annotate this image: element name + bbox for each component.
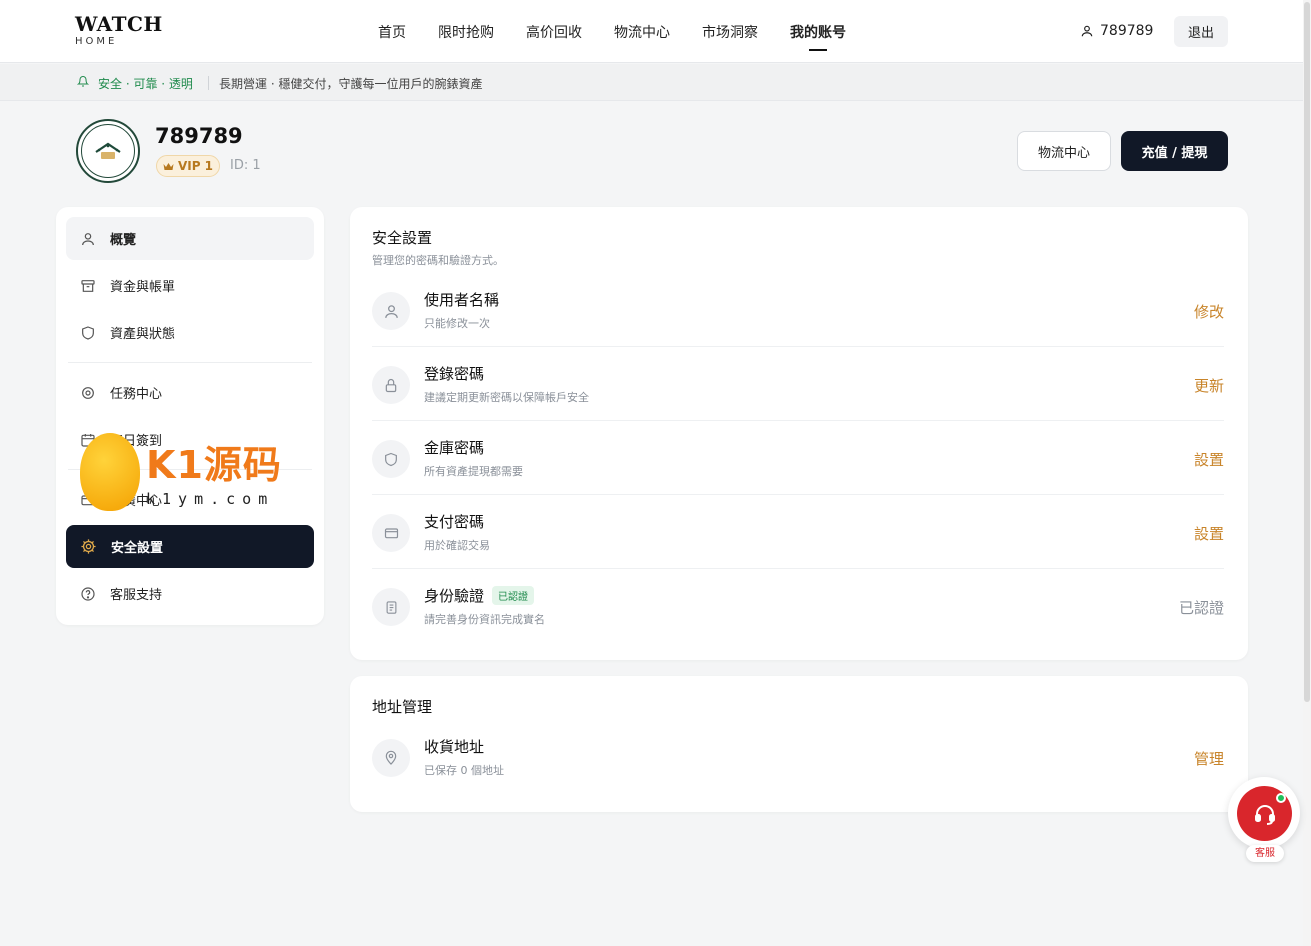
- sidebar-item-label: 客服支持: [110, 588, 163, 603]
- calendar-icon: [81, 433, 95, 447]
- row-title: 支付密碼: [424, 513, 485, 531]
- sidebar-item-label: 資產與狀態: [110, 327, 176, 342]
- shield-icon: [372, 440, 410, 478]
- location-pin-icon: [372, 739, 410, 777]
- sidebar-item-support[interactable]: 客服支持: [66, 572, 314, 615]
- set-vault-password-link[interactable]: 設置: [1194, 449, 1224, 470]
- nav-market[interactable]: 市场洞察: [702, 22, 758, 42]
- sidebar-item-overview[interactable]: 概覽: [66, 217, 314, 260]
- sidebar-item-label: 概覽: [110, 233, 137, 248]
- row-description: 所有資產提現都需要: [424, 465, 523, 478]
- user-id: ID: 1: [230, 158, 261, 173]
- nav-logistics[interactable]: 物流中心: [614, 22, 670, 42]
- user-menu[interactable]: 789789: [1080, 23, 1153, 39]
- row-title: 身份驗證: [424, 587, 485, 605]
- row-description: 用於確認交易: [424, 539, 490, 552]
- sidebar-divider: [68, 469, 312, 470]
- notice-message: 長期營運 · 穩健交付，守護每一位用戶的腕錶資產: [219, 77, 483, 91]
- row-description: 建議定期更新密碼以保障帳戶安全: [424, 391, 589, 404]
- headset-icon: [1254, 804, 1275, 825]
- customer-service-label: 客服: [1246, 845, 1284, 862]
- archive-icon: [81, 279, 95, 292]
- logistics-button[interactable]: 物流中心: [1017, 131, 1111, 171]
- edit-username-link[interactable]: 修改: [1194, 301, 1224, 322]
- profile-username: 789789: [155, 124, 243, 148]
- section-title: 地址管理: [372, 698, 433, 716]
- update-password-link[interactable]: 更新: [1194, 375, 1224, 396]
- manage-address-link[interactable]: 管理: [1194, 748, 1224, 769]
- row-title: 金庫密碼: [424, 439, 485, 457]
- security-row-identity: 身份驗證 已認證 請完善身份資訊完成實名 已認證: [372, 569, 1224, 643]
- section-subtitle: 管理您的密碼和驗證方式。: [372, 254, 504, 267]
- shield-icon: [82, 325, 94, 340]
- online-indicator: [1276, 793, 1286, 803]
- security-row-login-password: 登錄密碼 建議定期更新密碼以保障帳戶安全 更新: [372, 347, 1224, 421]
- sidebar-item-label: 安全設置: [111, 541, 164, 556]
- top-navbar: WATCH HOME 首页 限时抢购 高价回收 物流中心 市场洞察 我的账号 7…: [0, 0, 1303, 63]
- security-card: 安全設置 管理您的密碼和驗證方式。 使用者名稱 只能修改一次 修改 登錄密碼 建…: [350, 207, 1248, 660]
- row-description: 請完善身份資訊完成實名: [424, 613, 545, 626]
- user-icon: [372, 292, 410, 330]
- notice-bar: 安全 · 可靠 · 透明 長期營運 · 穩健交付，守護每一位用戶的腕錶資產: [0, 64, 1303, 101]
- gear-icon: [81, 539, 96, 554]
- row-title: 登錄密碼: [424, 365, 485, 383]
- sidebar-item-assets[interactable]: 資產與狀態: [66, 311, 314, 354]
- sidebar-item-security[interactable]: 安全設置: [66, 525, 314, 568]
- sidebar-item-checkin[interactable]: 每日簽到: [66, 418, 314, 461]
- card-icon: [81, 494, 95, 505]
- nav-my-account[interactable]: 我的账号: [790, 22, 846, 51]
- row-description: 只能修改一次: [424, 317, 490, 330]
- vip-label: VIP 1: [177, 159, 214, 173]
- sidebar-item-tasks[interactable]: 任務中心: [66, 371, 314, 414]
- address-row: 收貨地址 已保存 0 個地址 管理: [372, 720, 1224, 794]
- target-icon: [82, 386, 94, 399]
- security-row-vault-password: 金庫密碼 所有資產提現都需要 設置: [372, 421, 1224, 495]
- sidebar-item-funds[interactable]: 資金與帳單: [66, 264, 314, 307]
- sidebar-item-promotion[interactable]: 推廣中心: [66, 478, 314, 521]
- set-payment-password-link[interactable]: 設置: [1194, 523, 1224, 544]
- deposit-withdraw-button[interactable]: 充值 / 提現: [1121, 131, 1228, 171]
- card-icon: [372, 514, 410, 552]
- nav-flash-sale[interactable]: 限时抢购: [438, 22, 494, 42]
- security-row-payment-password: 支付密碼 用於確認交易 設置: [372, 495, 1224, 569]
- help-icon: [81, 586, 95, 601]
- lock-icon: [372, 366, 410, 404]
- avatar[interactable]: [76, 119, 140, 183]
- account-sidebar: 概覽 資金與帳單 資產與狀態 任務中心 每日簽到 推廣中心 安全設置 客服支持: [56, 207, 324, 625]
- nav-recycle[interactable]: 高价回收: [526, 22, 582, 42]
- sidebar-item-label: 資金與帳單: [110, 280, 176, 295]
- crown-icon: [163, 162, 174, 170]
- bell-icon: [77, 76, 89, 87]
- scrollbar-thumb[interactable]: [1304, 2, 1310, 702]
- row-title: 使用者名稱: [424, 291, 500, 309]
- address-card: 地址管理 收貨地址 已保存 0 個地址 管理: [350, 676, 1248, 812]
- security-row-username: 使用者名稱 只能修改一次 修改: [372, 273, 1224, 347]
- verified-status: 已認證: [1178, 599, 1224, 617]
- document-icon: [372, 588, 410, 626]
- vip-badge: VIP 1: [156, 155, 220, 177]
- nav-home[interactable]: 首页: [378, 22, 406, 42]
- sidebar-item-label: 每日簽到: [110, 434, 163, 449]
- logout-button[interactable]: 退出: [1174, 16, 1228, 47]
- username-label: 789789: [1100, 23, 1154, 39]
- sidebar-divider: [68, 362, 312, 363]
- section-title: 安全設置: [372, 229, 433, 247]
- user-icon: [82, 232, 94, 245]
- customer-service-button[interactable]: 客服: [1228, 777, 1300, 862]
- user-icon: [1081, 25, 1093, 37]
- page-scrollbar[interactable]: [1303, 0, 1311, 946]
- row-title: 收貨地址: [424, 738, 485, 756]
- sidebar-item-label: 推廣中心: [110, 494, 163, 509]
- avatar-image: [95, 142, 121, 159]
- row-description: 已保存 0 個地址: [424, 764, 504, 777]
- notice-tag: 安全 · 可靠 · 透明: [98, 77, 193, 91]
- verified-badge: 已認證: [492, 586, 535, 605]
- sidebar-item-label: 任務中心: [110, 387, 163, 402]
- notice-divider: [208, 76, 209, 90]
